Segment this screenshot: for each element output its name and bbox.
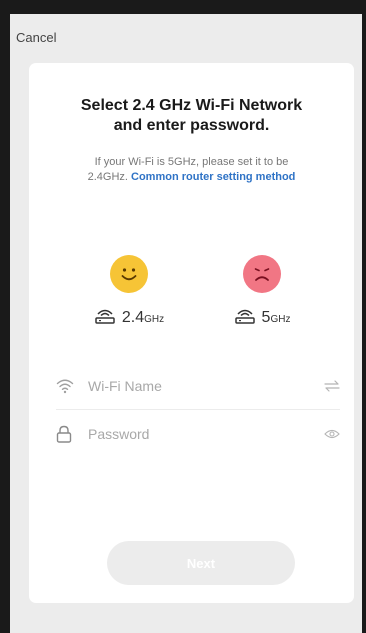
title-line-1: Select 2.4 GHz Wi-Fi Network (80, 97, 303, 114)
band-5ghz-unit: GHz (270, 314, 291, 325)
band-24ghz-label: 2.4GHz (79, 306, 179, 327)
wifi-icon (56, 378, 88, 394)
sad-face-icon (243, 255, 281, 293)
wifi-name-row (56, 363, 340, 410)
password-input[interactable] (88, 426, 318, 442)
switch-network-icon[interactable] (318, 380, 340, 392)
instruction-text: If your Wi-Fi is 5GHz, please set it to … (29, 155, 354, 185)
band-5ghz: 5GHz (212, 255, 312, 327)
band-24ghz: 2.4GHz (79, 255, 179, 327)
page-title: Select 2.4 GHz Wi-Fi Network and enter p… (29, 96, 354, 136)
screen: Cancel Select 2.4 GHz Wi-Fi Network and … (10, 14, 362, 633)
cancel-button[interactable]: Cancel (16, 30, 56, 45)
wifi-setup-card: Select 2.4 GHz Wi-Fi Network and enter p… (29, 63, 354, 603)
band-5ghz-label: 5GHz (212, 306, 312, 327)
lock-icon (56, 425, 88, 443)
happy-face-icon (110, 255, 148, 293)
band-24ghz-value: 2.4 (121, 309, 145, 326)
wifi-name-input[interactable] (88, 378, 318, 394)
instruction-prefix: 2.4GHz. (87, 171, 128, 183)
eye-icon[interactable] (318, 428, 340, 440)
title-line-2: and enter password. (113, 117, 270, 134)
password-row (56, 411, 340, 457)
band-24ghz-unit: GHz (144, 314, 165, 325)
router-setting-link[interactable]: Common router setting method (131, 171, 295, 183)
router-icon (94, 308, 116, 329)
instruction-line-1: If your Wi-Fi is 5GHz, please set it to … (94, 156, 289, 168)
next-button[interactable]: Next (107, 541, 295, 585)
router-icon (234, 308, 256, 329)
